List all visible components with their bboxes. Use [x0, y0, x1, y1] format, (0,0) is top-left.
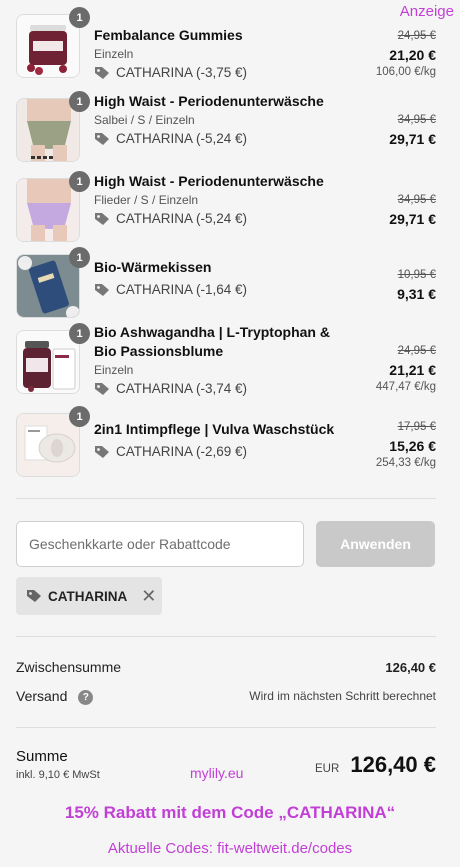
- cart-item: 1 Fembalance Gummies Einzeln CATHARINA (…: [16, 7, 436, 92]
- applied-discount-code: CATHARINA: [48, 588, 128, 604]
- discount-line: CATHARINA (-5,24 €): [94, 131, 356, 146]
- product-title: 2in1 Intimpflege | Vulva Waschstück: [94, 421, 335, 437]
- product-thumbnail: 1: [16, 247, 90, 318]
- product-variant: Einzeln: [94, 363, 134, 377]
- product-thumbnail: 1: [16, 171, 90, 242]
- unit-price: 106,00 €/kg: [375, 66, 436, 78]
- tag-icon: [95, 132, 109, 145]
- subtotal-label: Zwischensumme: [16, 659, 122, 675]
- cart-items-list: 1 Fembalance Gummies Einzeln CATHARINA (…: [16, 7, 436, 483]
- codes-link: Aktuelle Codes: fit-weltweit.de/codes: [107, 840, 353, 857]
- shipping-value: Wird im nächsten Schritt berechnet: [249, 689, 436, 704]
- unit-price: 447,47 €/kg: [375, 381, 436, 393]
- tag-icon: [27, 590, 41, 602]
- underwear-sage-image: [17, 99, 79, 161]
- discount-text: CATHARINA (-5,24 €): [116, 211, 248, 226]
- product-thumbnail: 1: [16, 406, 90, 477]
- soap-bar-image: [17, 414, 79, 476]
- discount-text: CATHARINA (-1,64 €): [116, 282, 248, 297]
- product-thumbnail: 1: [16, 7, 90, 78]
- cart-item: 1 High Waist - Periodenunterwäsche Flied…: [16, 171, 436, 251]
- total-value: 126,40 €: [350, 752, 436, 777]
- quantity-badge: 1: [69, 406, 90, 427]
- help-icon[interactable]: ?: [78, 689, 94, 705]
- product-thumbnail: 1: [16, 323, 90, 394]
- supplement-bottle-image: [17, 331, 79, 393]
- original-price: 24,95 €: [397, 345, 436, 357]
- shipping-label: Versand: [16, 688, 68, 704]
- heat-pillow-image: [17, 255, 79, 317]
- tag-icon: [95, 212, 109, 225]
- product-thumbnail: 1: [16, 91, 90, 162]
- cart-item: 1 High Waist - Periodenunterwäsche Salbe…: [16, 91, 436, 172]
- product-variant: Flieder / S / Einzeln: [94, 193, 199, 207]
- discount-line: CATHARINA (-5,24 €): [94, 211, 356, 226]
- quantity-badge: 1: [69, 7, 90, 28]
- quantity-badge: 1: [69, 247, 90, 268]
- product-title: High Waist - Periodenunterwäsche: [94, 93, 324, 109]
- product-title: Bio-Wärmekissen: [94, 259, 212, 275]
- discounted-price: 15,26 €: [389, 438, 436, 454]
- quantity-badge: 1: [69, 91, 90, 112]
- tag-icon: [95, 66, 109, 79]
- quantity-badge: 1: [69, 323, 90, 344]
- product-title: High Waist - Periodenunterwäsche: [94, 173, 324, 189]
- cart-item: 1 Bio-Wärmekissen CATHARINA (-1,64 €) 10…: [16, 247, 436, 323]
- promo-banner: 15% Rabatt mit dem Code „CATHARINA“: [64, 803, 396, 822]
- watermark-site: mylily.eu: [190, 765, 244, 781]
- original-price: 34,95 €: [397, 114, 436, 126]
- discount-text: CATHARINA (-3,75 €): [116, 65, 248, 80]
- subtotal-value: 126,40 €: [385, 659, 436, 675]
- divider: [16, 498, 436, 499]
- discounted-price: 9,31 €: [397, 286, 436, 302]
- discount-text: CATHARINA (-5,24 €): [116, 131, 248, 146]
- product-title: Bio Ashwagandha | L-Tryptophan & Bio Pas…: [94, 324, 330, 359]
- remove-discount-close-icon[interactable]: ✕: [141, 586, 156, 607]
- tag-icon: [95, 283, 109, 296]
- original-price: 10,95 €: [397, 269, 436, 281]
- divider: [16, 727, 436, 728]
- discount-code-input[interactable]: [16, 521, 304, 567]
- discount-line: CATHARINA (-1,64 €): [94, 282, 356, 297]
- unit-price: 254,33 €/kg: [375, 457, 436, 469]
- discounted-price: 21,20 €: [389, 47, 436, 63]
- product-variant: Einzeln: [94, 47, 134, 61]
- applied-discount-chip: CATHARINA ✕: [16, 577, 162, 615]
- underwear-lilac-image: [17, 179, 79, 241]
- discount-text: CATHARINA (-3,74 €): [116, 381, 248, 396]
- gummies-jar-image: [17, 15, 79, 77]
- discount-line: CATHARINA (-3,74 €): [94, 381, 356, 396]
- discounted-price: 21,21 €: [389, 362, 436, 378]
- total-label: Summe: [16, 748, 68, 765]
- discount-text: CATHARINA (-2,69 €): [116, 444, 248, 459]
- product-title: Fembalance Gummies: [94, 27, 243, 43]
- shipping-row: Versand ? Wird im nächsten Schritt berec…: [16, 688, 436, 705]
- product-variant: Salbei / S / Einzeln: [94, 113, 195, 127]
- currency-code: EUR: [315, 763, 340, 775]
- tag-icon: [95, 382, 109, 395]
- original-price: 34,95 €: [397, 194, 436, 206]
- discounted-price: 29,71 €: [389, 131, 436, 147]
- original-price: 24,95 €: [397, 30, 436, 42]
- tag-icon: [95, 445, 109, 458]
- original-price: 17,95 €: [397, 421, 436, 433]
- apply-button[interactable]: Anwenden: [316, 521, 435, 567]
- discounted-price: 29,71 €: [389, 211, 436, 227]
- discount-line: CATHARINA (-3,75 €): [94, 65, 356, 80]
- quantity-badge: 1: [69, 171, 90, 192]
- subtotal-row: Zwischensumme 126,40 €: [16, 659, 436, 675]
- discount-line: CATHARINA (-2,69 €): [94, 444, 356, 459]
- cart-item: 1 2in1 Intimpflege | Vulva Waschstück CA…: [16, 406, 436, 483]
- cart-item: 1 Bio Ashwagandha | L-Tryptophan & Bio P…: [16, 323, 436, 413]
- tax-note: inkl. 9,10 € MwSt: [16, 769, 100, 781]
- divider: [16, 636, 436, 637]
